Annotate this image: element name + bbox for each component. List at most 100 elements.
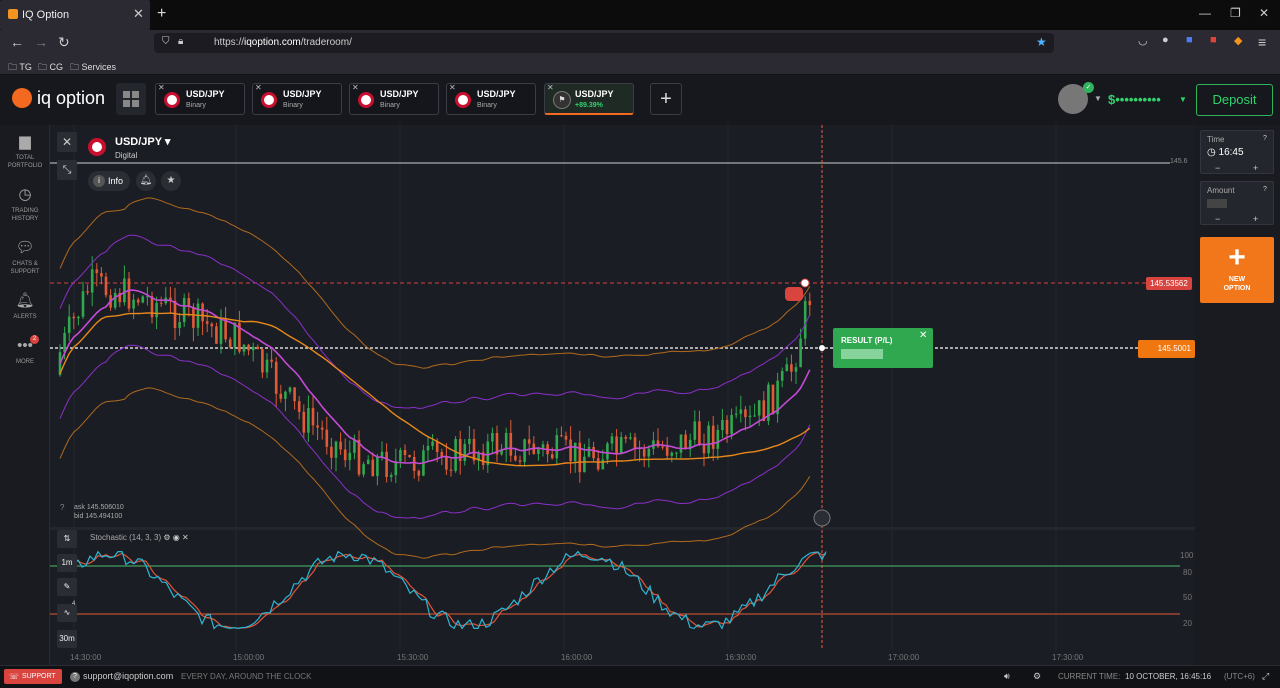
candle-body [371,459,375,477]
new-tab-icon[interactable]: + [157,5,166,23]
amount-plus-button[interactable]: + [1253,214,1258,224]
close-tab-icon[interactable]: ✕ [449,83,456,92]
support-button[interactable]: ☏ SUPPORT [4,669,62,684]
bookmark-services[interactable]: 🗀 Services [70,60,116,76]
fullscreen-icon[interactable]: ⤢ [1262,671,1269,682]
time-selector[interactable]: Time ? ◷ 16:45 − + [1200,130,1274,174]
slow-moving-average-line [59,312,811,467]
candle-body [178,322,181,328]
asset-tab[interactable]: ✕ USD/JPY Binary [446,83,536,115]
pocket-icon[interactable]: ◡ [1138,34,1148,47]
favorite-star-button[interactable]: ★ [161,171,181,191]
balance-chevron-down-icon[interactable]: ▼ [1179,95,1187,104]
extension-icon[interactable]: ■ [1186,34,1193,46]
collapse-chart-button[interactable]: ⤡ [57,160,77,180]
candle-body [67,316,71,333]
balance-display[interactable]: $•••••••••• [1108,92,1161,107]
candle-body [224,319,227,340]
iqoption-logo[interactable]: iq option [12,88,105,109]
price-chart[interactable] [50,125,1195,665]
close-icon[interactable]: ✕ [182,533,189,542]
info-button[interactable]: i Info [88,171,130,191]
result-panel[interactable]: RESULT (P/L) ✕ [833,328,933,368]
new-option-button[interactable]: + NEW OPTION [1200,237,1274,303]
eye-icon[interactable]: ◉ [173,533,180,542]
lock-icon[interactable]: 🔒︎ [178,36,183,47]
draw-tool-button[interactable]: ✎ [57,578,77,596]
amount-minus-button[interactable]: − [1215,214,1220,224]
support-email[interactable]: support@iqoption.com [83,671,173,681]
close-icon[interactable]: ✕ [919,330,927,341]
sound-icon[interactable]: 🔊︎ [1004,671,1010,682]
sidebar-item-trading-history[interactable]: ◷ TRADING HISTORY [0,186,50,223]
sidebar-item-alerts[interactable]: 🔔︎ ALERTS [0,292,50,321]
candle-body [136,299,140,303]
amount-value-hidden[interactable] [1207,199,1227,208]
candle-body [325,429,329,447]
asset-selector[interactable]: USD/JPY ▾ [115,135,170,148]
time-value[interactable]: ◷ 16:45 [1207,147,1244,158]
time-label: Time [1207,135,1225,144]
candle-body [320,427,324,430]
time-tick: 15:30:00 [397,653,429,662]
amount-selector[interactable]: Amount ? − + [1200,181,1274,225]
back-icon[interactable]: ← [10,34,24,50]
forward-icon[interactable]: → [34,34,48,50]
asset-tab[interactable]: ✕ USD/JPY Binary [155,83,245,115]
timeframe-1m-button[interactable]: 1m [57,554,77,572]
indicators-button[interactable]: ⇅ [57,530,77,548]
add-asset-button[interactable]: + [650,83,682,115]
asset-type: Digital [115,151,138,160]
logo-mark-icon [12,88,32,108]
candle-body [693,421,697,440]
stoch-level: 20 [1183,619,1192,628]
candle-body [509,432,513,456]
sidebar-item-total-portfolio[interactable]: ▆ TOTAL PORTFOLIO [0,133,50,170]
close-tab-icon[interactable]: ✕ [158,83,165,92]
browser-tab[interactable]: IQ Option ✕ [0,0,150,30]
alert-bell-button[interactable]: 🔔︎ [136,171,156,191]
candle-body [486,441,490,465]
extension-icon[interactable]: ● [1162,34,1169,46]
extension-icon[interactable]: ◆ [1234,34,1242,47]
sidebar-item-chats-support[interactable]: 💬︎ CHATS & SUPPORT [0,239,50,276]
asset-grid-button[interactable] [116,83,146,115]
browser-tab-title: IQ Option [22,9,70,21]
close-tab-icon[interactable]: ✕ [352,83,359,92]
bookmark-star-icon[interactable]: ★ [1036,35,1047,49]
reload-icon[interactable]: ↻ [58,34,70,51]
minimize-icon[interactable]: — [1199,6,1211,20]
sidebar-item-more[interactable]: ••• MORE [0,337,50,366]
help-icon[interactable]: ? [1263,186,1267,193]
deposit-button[interactable]: Deposit [1196,84,1273,116]
trade-entry-dot [800,278,810,288]
candle-body [514,455,517,461]
ask-bid-readout: ? ask 145.506010 bid 145.494100 [60,503,124,521]
window-close-icon[interactable]: ✕ [1259,6,1269,20]
settings-gear-icon[interactable]: ⚙ [1033,671,1041,682]
asset-tab[interactable]: ✕ USD/JPY Binary [252,83,342,115]
asset-tab[interactable]: ✕ USD/JPY Binary [349,83,439,115]
close-tab-icon[interactable]: ✕ [255,83,262,92]
maximize-icon[interactable]: ❐ [1230,6,1241,20]
close-chart-button[interactable]: ✕ [57,132,77,152]
close-tab-icon[interactable]: ✕ [547,83,554,92]
bookmark-tg[interactable]: 🗀 TG [8,60,32,76]
asset-tab-active[interactable]: ✕ ⚑ USD/JPY +89.39% [544,83,634,115]
menu-icon[interactable]: ≡ [1258,34,1266,50]
url-bar[interactable]: ⛉ 🔒︎ https://iqoption.com/traderoom/ ★ [154,33,1054,53]
bollinger-lower-inner [59,344,811,520]
chart-svg[interactable] [50,125,1195,665]
chevron-down-icon[interactable]: ▼ [1094,94,1102,103]
timeframe-30m-button[interactable]: 30m [57,630,77,648]
asset-tab-type: Binary [186,102,206,109]
close-tab-icon[interactable]: ✕ [133,6,144,22]
help-icon[interactable]: ? [1263,135,1267,142]
time-plus-button[interactable]: + [1253,163,1258,173]
shield-icon[interactable]: ⛉ [162,36,170,47]
gear-icon[interactable]: ⚙ [163,533,170,542]
extension-icon[interactable]: ■ [1210,34,1217,46]
candle-body [343,449,347,461]
time-minus-button[interactable]: − [1215,163,1220,173]
bookmark-cg[interactable]: 🗀 CG [38,60,63,76]
